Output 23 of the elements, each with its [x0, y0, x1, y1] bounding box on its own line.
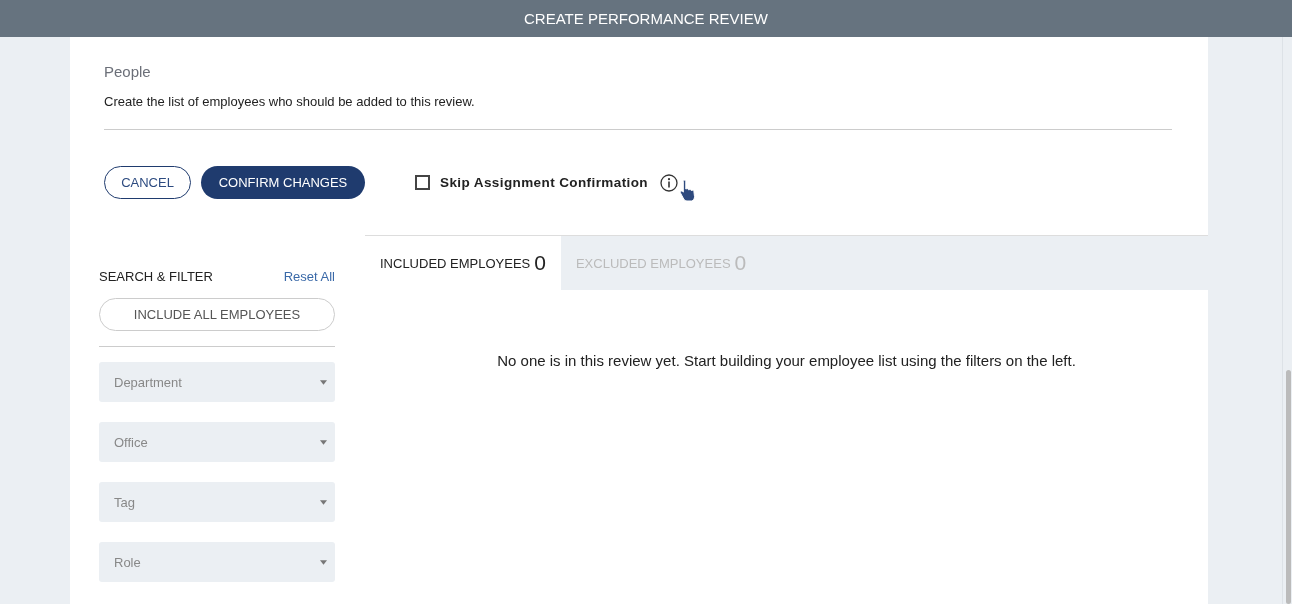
caret-icon: [320, 439, 327, 445]
caret-icon: [320, 559, 327, 565]
filter-title: SEARCH & FILTER: [99, 269, 213, 284]
section-title: People: [104, 63, 152, 80]
include-all-button[interactable]: INCLUDE ALL EMPLOYEES: [99, 298, 335, 331]
filter-dropdown[interactable]: Role: [99, 542, 335, 582]
caret-icon: [320, 379, 327, 385]
tab[interactable]: INCLUDED EMPLOYEES 0: [365, 236, 561, 290]
empty-state-message: No one is in this review yet. Start building your employee list using the filters on the left.: [496, 352, 1077, 369]
section-description: Create the list of employees who should be added to this review.: [104, 94, 476, 109]
filter-dropdown[interactable]: Department: [99, 362, 335, 402]
filter-dropdown[interactable]: Tag: [99, 482, 335, 522]
checkbox-label: Skip Assignment Confirmation: [440, 175, 648, 190]
filter-dropdown[interactable]: Office: [99, 422, 335, 462]
info-icon[interactable]: [659, 173, 678, 192]
scrollbar-thumb[interactable]: [1286, 370, 1291, 604]
reset-all-link[interactable]: Reset All: [283, 269, 335, 284]
confirm-changes-button[interactable]: CONFIRM CHANGES: [201, 166, 365, 199]
page-title: CREATE PERFORMANCE REVIEW: [524, 10, 768, 27]
pointer-cursor-icon: [677, 177, 698, 202]
checkbox[interactable]: [415, 175, 430, 190]
cancel-button[interactable]: CANCEL: [104, 166, 191, 199]
caret-icon: [320, 499, 327, 505]
